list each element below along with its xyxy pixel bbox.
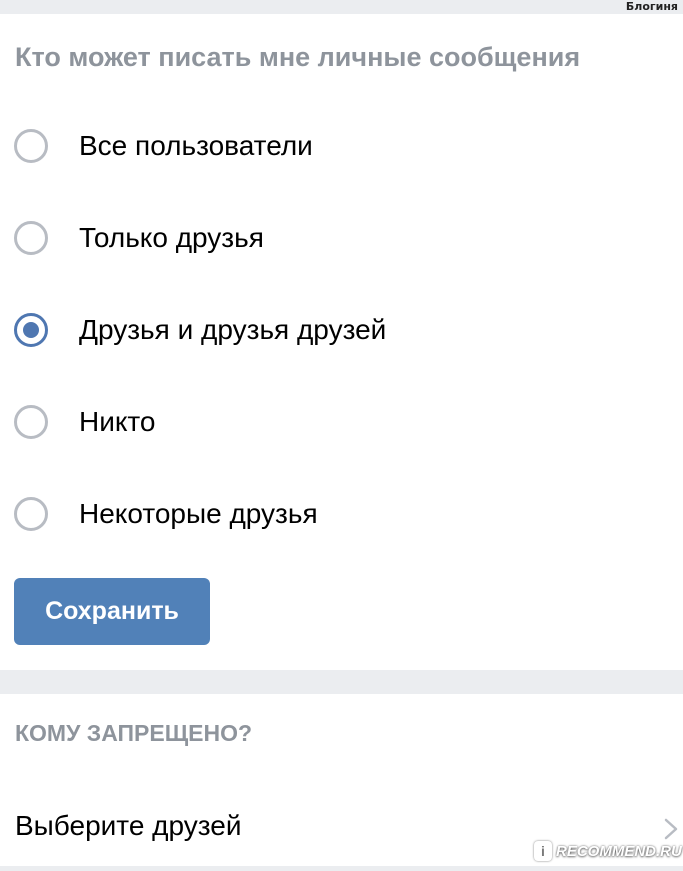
- section-title: Кто может писать мне личные сообщения: [15, 42, 581, 72]
- watermark-logo-icon: i: [534, 841, 552, 861]
- select-friends-label: Выберите друзей: [15, 810, 242, 841]
- owner-name: Блогиня: [625, 0, 678, 13]
- option-label: Никто: [79, 406, 156, 437]
- option-label: Все пользователи: [79, 130, 313, 161]
- radio-button[interactable]: [14, 497, 48, 531]
- radio-button-checked[interactable]: [14, 313, 48, 347]
- save-button[interactable]: Сохранить: [14, 578, 210, 645]
- radio-button[interactable]: [14, 405, 48, 439]
- option-friends-only[interactable]: Только друзья: [0, 210, 683, 270]
- option-label: Некоторые друзья: [79, 498, 318, 529]
- option-nobody[interactable]: Никто: [0, 394, 683, 454]
- watermark: i RECOMMEND.RU: [534, 838, 682, 864]
- chevron-right-icon: [664, 818, 678, 840]
- bottom-divider: [0, 866, 683, 871]
- option-some-friends[interactable]: Некоторые друзья: [0, 486, 683, 546]
- option-friends-of-friends[interactable]: Друзья и друзья друзей: [0, 302, 683, 362]
- option-label: Только друзья: [79, 222, 264, 253]
- option-label: Друзья и друзья друзей: [79, 314, 387, 345]
- forbidden-section-header: КОМУ ЗАПРЕЩЕНО?: [15, 720, 253, 746]
- radio-button[interactable]: [14, 129, 48, 163]
- radio-button[interactable]: [14, 221, 48, 255]
- option-all-users[interactable]: Все пользователи: [0, 118, 683, 178]
- top-bar: Блогиня: [0, 0, 683, 14]
- section-divider: [0, 670, 683, 694]
- watermark-text: RECOMMEND.RU: [556, 842, 682, 860]
